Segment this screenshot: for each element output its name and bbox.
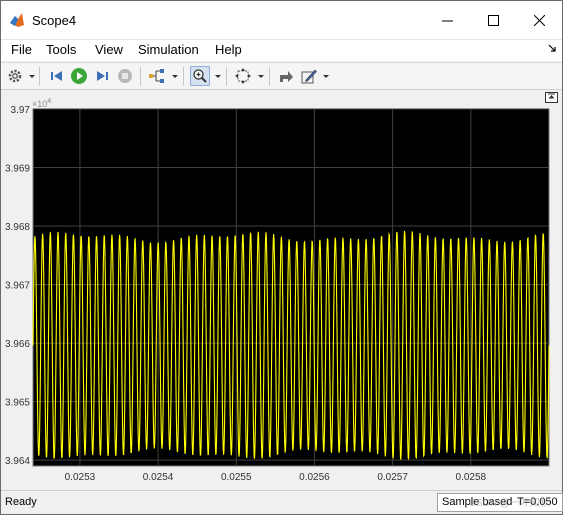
- close-icon: [533, 15, 545, 26]
- style-button[interactable]: [299, 66, 319, 86]
- style-dropdown-icon[interactable]: [323, 75, 329, 78]
- y-tick-label: 3.964: [5, 456, 30, 467]
- menu-bar: File Tools View Simulation Help: [1, 40, 562, 61]
- y-tick-label: 3.965: [5, 398, 30, 409]
- toolbar-separator: [39, 67, 40, 86]
- scope-window: Scope4 File Tools View Simulation Help ×…: [0, 0, 563, 515]
- y-tick-label: 3.967: [5, 281, 30, 292]
- scope-display: ×104 0.0253 0.0254 0.0255 0.0256 0.0257 0.025…: [1, 91, 562, 490]
- menu-tools[interactable]: Tools: [46, 42, 76, 57]
- toolbar-separator: [183, 67, 184, 86]
- run-icon: [71, 68, 87, 84]
- step-back-icon: [51, 71, 62, 81]
- run-button[interactable]: [69, 66, 89, 86]
- title-bar: Scope4: [1, 1, 562, 40]
- toolbar-separator: [226, 67, 227, 86]
- x-tick-label: 0.0256: [299, 472, 330, 483]
- highlight-simulink-button[interactable]: [276, 66, 296, 86]
- signal-dropdown-icon[interactable]: [172, 75, 178, 78]
- pencil-icon: [301, 69, 317, 84]
- zoom-in-icon: [193, 69, 207, 83]
- menu-simulation[interactable]: Simulation: [138, 42, 199, 57]
- step-back-button[interactable]: [47, 66, 67, 86]
- highlight-icon: [280, 71, 293, 82]
- watermark: CSDN @一叶知秋: [468, 498, 550, 509]
- window-title: Scope4: [32, 13, 77, 28]
- minimize-icon: [441, 20, 453, 22]
- toolbar-separator: [269, 67, 270, 86]
- x-tick-label: 0.0254: [143, 472, 174, 483]
- status-ready: Ready: [5, 496, 37, 508]
- y-tick-label: 3.969: [5, 164, 30, 175]
- x-tick-label: 0.0253: [65, 472, 96, 483]
- maximize-button[interactable]: [470, 1, 516, 40]
- zoom-in-button[interactable]: [190, 66, 210, 86]
- step-forward-icon: [97, 71, 108, 81]
- matlab-icon: [10, 13, 24, 27]
- stop-icon: [118, 69, 132, 83]
- signal-select-icon: [149, 69, 164, 83]
- x-tick-label: 0.0257: [377, 472, 408, 483]
- autoscale-dropdown-icon[interactable]: [258, 75, 264, 78]
- close-button[interactable]: [516, 1, 562, 40]
- autoscale-icon: [235, 68, 251, 84]
- minimize-button[interactable]: [424, 1, 470, 40]
- menu-file[interactable]: File: [11, 42, 32, 57]
- status-bar: Ready Sample based T=0.050 CSDN @一叶知秋: [1, 490, 563, 514]
- menu-view[interactable]: View: [95, 42, 123, 57]
- gear-icon: [8, 69, 22, 83]
- autoscale-button[interactable]: [233, 66, 253, 86]
- toolbar-separator: [140, 67, 141, 86]
- dock-arrow-icon[interactable]: [548, 44, 556, 52]
- y-tick-label: 3.968: [5, 222, 30, 233]
- step-forward-button[interactable]: [92, 66, 112, 86]
- scope-axes[interactable]: 0.0253 0.0254 0.0255 0.0256 0.0257 0.0258 3.96…: [1, 91, 562, 490]
- zoom-dropdown-icon[interactable]: [215, 75, 221, 78]
- x-tick-label: 0.0255: [221, 472, 252, 483]
- signal-select-button[interactable]: [147, 66, 167, 86]
- y-tick-label: 3.966: [5, 339, 30, 350]
- toolbar: [1, 62, 562, 90]
- settings-dropdown-icon[interactable]: [29, 75, 35, 78]
- menu-help[interactable]: Help: [215, 42, 242, 57]
- maximize-icon: [487, 15, 499, 26]
- stop-button[interactable]: [115, 66, 135, 86]
- x-tick-label: 0.0258: [456, 472, 487, 483]
- settings-button[interactable]: [5, 66, 25, 86]
- y-tick-label: 3.97: [11, 105, 31, 116]
